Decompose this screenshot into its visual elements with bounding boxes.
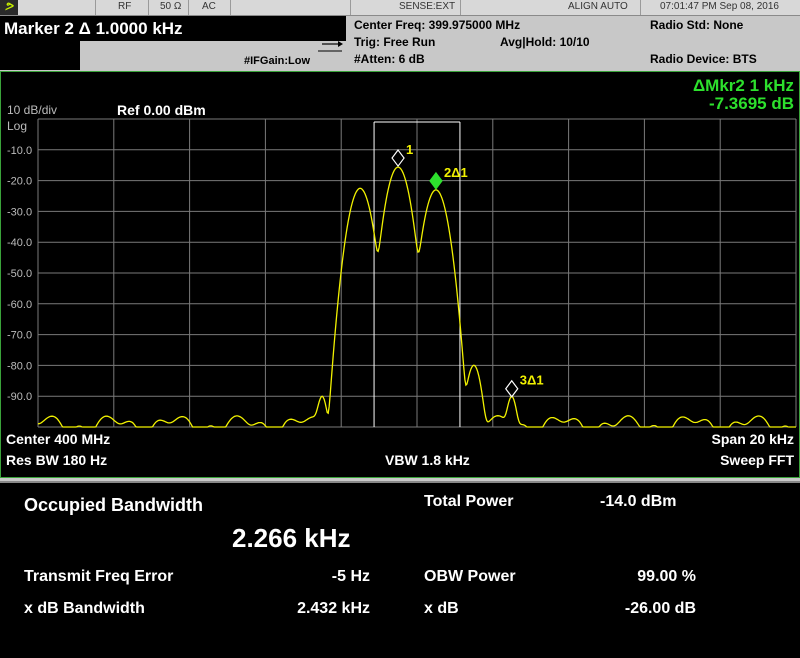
if-gain-readout: #IFGain:Low — [244, 55, 310, 67]
active-function-title[interactable]: Marker 2 Δ 1.0000 kHz — [0, 16, 346, 41]
occupied-bandwidth-label: Occupied Bandwidth — [24, 495, 204, 515]
total-power-value: -14.0 dBm — [600, 493, 677, 510]
y-tick-label: -60.0 — [7, 299, 32, 311]
avg-hold-readout: Avg|Hold: 10/10 — [500, 35, 590, 49]
center-freq-readout: Center Freq: 399.975000 MHz — [354, 18, 521, 32]
marker-1-icon — [391, 149, 405, 168]
sense-indicator: SENSE:EXT — [399, 1, 456, 12]
keysight-logo-icon: ᕗ — [0, 0, 18, 15]
status-bar: ᕗ RF 50 Ω AC SENSE:EXT ALIGN AUTO 07:01:… — [0, 0, 800, 16]
impedance-indicator: 50 Ω — [160, 1, 182, 12]
center-frequency[interactable]: Center 400 MHz — [6, 431, 110, 447]
radio-device-readout: Radio Device: BTS — [650, 52, 757, 66]
transmit-freq-error-label: Transmit Freq Error — [24, 568, 174, 585]
sweep-type[interactable]: Sweep FFT — [720, 452, 794, 468]
obw-power-label: OBW Power — [424, 568, 516, 585]
x-db-bandwidth-value: 2.432 kHz — [297, 600, 370, 617]
marker-3-icon — [505, 379, 519, 398]
y-tick-label: -30.0 — [7, 206, 32, 218]
y-tick-label: -50.0 — [7, 268, 32, 280]
rf-input-indicator: RF — [118, 1, 132, 12]
y-tick-label: -70.0 — [7, 330, 32, 342]
y-tick-label: -40.0 — [7, 237, 32, 249]
radio-std-readout: Radio Std: None — [650, 18, 744, 32]
obw-power-value: 99.00 % — [637, 568, 696, 585]
active-function-entry[interactable] — [0, 41, 80, 70]
marker-2-icon — [429, 171, 443, 190]
x-db-bandwidth-label: x dB Bandwidth — [24, 600, 145, 617]
trigger-readout: Trig: Free Run — [354, 35, 436, 49]
y-tick-label: -10.0 — [7, 145, 32, 157]
atten-readout: #Atten: 6 dB — [354, 52, 425, 66]
spectrum-display[interactable]: ΔMkr2 1 kHz -7.3695 dB 10 dB/div Ref 0.0… — [0, 71, 800, 478]
resolution-bandwidth[interactable]: Res BW 180 Hz — [6, 452, 107, 468]
coupling-indicator: AC — [202, 1, 216, 12]
x-db-value: -26.00 dB — [624, 600, 696, 617]
frequency-span[interactable]: Span 20 kHz — [712, 431, 794, 447]
y-tick-label: -90.0 — [7, 391, 32, 403]
spectrum-plot: -10.0 -20.0 -30.0 -40.0 -50.0 -60.0 -70.0 -80.0… — [7, 118, 797, 428]
total-power-label: Total Power — [424, 493, 514, 510]
transmit-freq-error-value: -5 Hz — [331, 568, 370, 585]
date-time: 07:01:47 PM Sep 08, 2016 — [660, 1, 779, 12]
marker-2-label: 2Δ1 — [444, 165, 468, 180]
y-tick-label: -20.0 — [7, 176, 32, 188]
occupied-bandwidth-value: 2.266 kHz — [232, 523, 351, 553]
results-panel: Occupied Bandwidth 2.266 kHz Total Power… — [0, 481, 800, 658]
y-tick-label: -80.0 — [7, 360, 32, 372]
video-bandwidth[interactable]: VBW 1.8 kHz — [385, 452, 470, 468]
marker-1-label: 1 — [406, 142, 413, 157]
marker-3-label: 3Δ1 — [520, 373, 544, 388]
sweep-arrow-icon — [318, 41, 343, 52]
x-db-label: x dB — [424, 600, 459, 617]
align-indicator: ALIGN AUTO — [568, 1, 628, 12]
